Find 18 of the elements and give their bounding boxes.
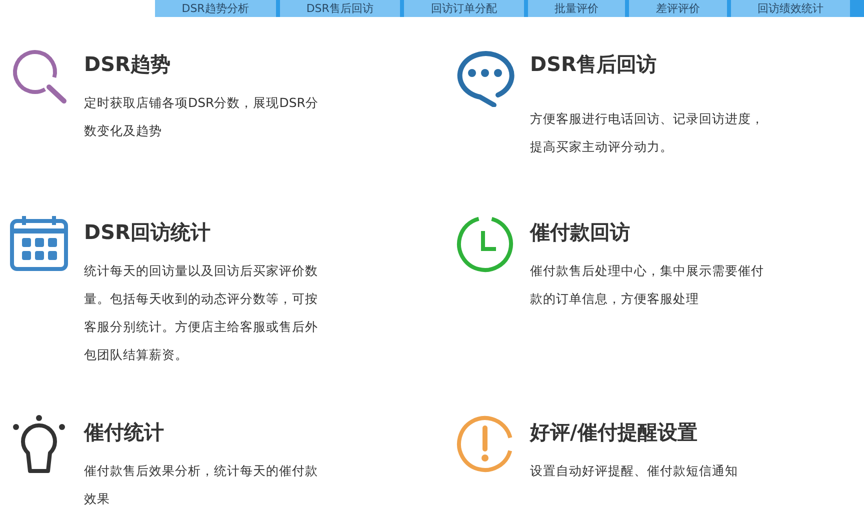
feature-title: DSR趋势: [84, 51, 172, 78]
feature-title: 催付统计: [84, 419, 165, 446]
feature-description: 定时获取店铺各项DSR分数，展现DSR分 数变化及趋势: [84, 94, 318, 140]
feature-description: 设置自动好评提醒、催付款短信通知: [530, 462, 738, 480]
nav-tab[interactable]: DSR售后回访: [280, 0, 400, 17]
nav-tab[interactable]: 回访订单分配: [404, 0, 524, 17]
nav-tab[interactable]: 差评评价: [629, 0, 727, 17]
feature-title: DSR回访统计: [84, 219, 212, 246]
feature-title: DSR售后回访: [530, 51, 658, 78]
feature-description: 方便客服进行电话回访、记录回访进度， 提高买家主动评分动力。: [530, 110, 764, 156]
feature-description: 统计每天的回访量以及回访后买家评价数 量。包括每天收到的动态评分数等，可按 客服分别统计。方便店主给客服或售后外 包团队结算薪资。: [84, 262, 318, 364]
feature-title: 好评/催付提醒设置: [530, 419, 698, 446]
feature-description: 催付款售后效果分析，统计每天的催付款 效果: [84, 462, 318, 508]
nav-tab[interactable]: 回访绩效统计: [730, 0, 850, 17]
nav-tab[interactable]: 批量评价: [528, 0, 626, 17]
feature-title: 催付款回访: [530, 219, 631, 246]
feature-description: 催付款售后处理中心，集中展示需要催付 款的订单信息，方便客服处理: [530, 262, 764, 308]
nav-tab[interactable]: DSR趋势分析: [155, 0, 276, 17]
